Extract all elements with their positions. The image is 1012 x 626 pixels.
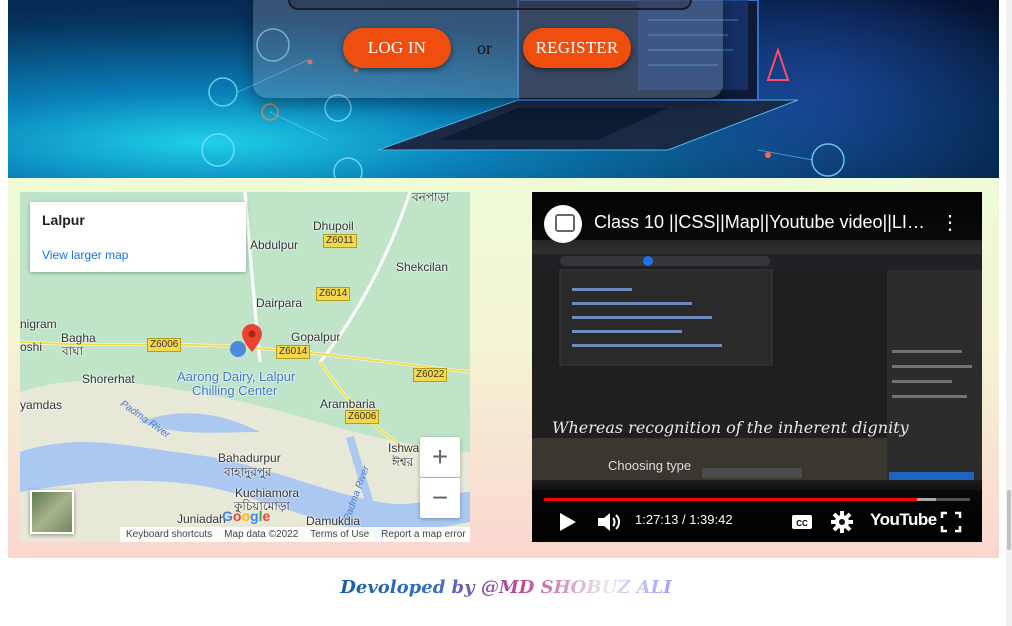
- map-data-attribution: Map data ©2022: [224, 529, 299, 540]
- place-label: বাঘা: [62, 344, 84, 358]
- google-logo: Google: [222, 508, 271, 524]
- settings-gear-icon[interactable]: [830, 510, 854, 534]
- report-error-link[interactable]: Report a map error: [375, 529, 470, 540]
- place-label: nigram: [20, 317, 57, 331]
- road-shield: Z6006: [345, 410, 380, 424]
- google-map-embed[interactable]: বনপাড়া Dhupoil Z6011 Abdulpur Shekcilan…: [20, 192, 470, 542]
- road-shield: Z6014: [276, 345, 311, 359]
- place-label: ঈশ্বর: [392, 455, 414, 469]
- more-options-icon[interactable]: ⋮: [940, 212, 960, 236]
- road-shield: Z6011: [323, 234, 357, 248]
- video-frame[interactable]: Whereas recognition of the inherent dign…: [532, 240, 982, 490]
- place-label: Gopalpur: [291, 330, 341, 344]
- place-label: Bahadurpur: [218, 451, 281, 465]
- developer-credit: Devoloped by @MD SHOBUZ ALI: [0, 577, 1012, 598]
- place-label: Juniadah: [177, 512, 226, 526]
- progress-bar[interactable]: [544, 498, 970, 501]
- place-label: Dhupoil: [313, 219, 354, 233]
- register-button[interactable]: REGISTER: [523, 28, 631, 68]
- zoom-out-button[interactable]: −: [420, 478, 460, 518]
- place-label: Damukdia: [306, 514, 361, 528]
- scrollbar-thumb[interactable]: [1007, 490, 1011, 550]
- youtube-video-embed[interactable]: Whereas recognition of the inherent dign…: [532, 192, 982, 542]
- fullscreen-icon[interactable]: [940, 510, 962, 534]
- time-display: 1:27:13 / 1:39:42: [635, 512, 733, 527]
- developer-credit-text: Devoloped by @MD SHOBUZ ALI: [340, 577, 672, 598]
- map-info-card: Lalpur View larger map: [30, 202, 246, 272]
- place-label: বাহাদুরপুর: [224, 465, 272, 479]
- road-shield: Z6014: [316, 287, 351, 301]
- captions-icon[interactable]: CC: [790, 510, 814, 534]
- panel-edge: [288, 0, 692, 10]
- place-label: Shorerhat: [82, 372, 135, 386]
- place-pin-label[interactable]: Aarong Dairy, Lalpur: [177, 370, 295, 383]
- place-pin-label[interactable]: Chilling Center: [192, 384, 277, 397]
- login-button[interactable]: LOG IN: [343, 28, 451, 68]
- road-shield: Z6022: [413, 368, 448, 382]
- satellite-layer-toggle[interactable]: [30, 490, 74, 534]
- video-title[interactable]: Class 10 ||CSS||Map||Youtube video||LITE…: [594, 212, 934, 233]
- place-label: Ishwa: [388, 441, 420, 455]
- place-label: oshi: [20, 340, 43, 354]
- keyboard-shortcuts-link[interactable]: Keyboard shortcuts: [120, 529, 218, 540]
- place-label: বনপাড়া: [412, 192, 450, 204]
- video-overlay-text: Whereas recognition of the inherent dign…: [552, 418, 909, 437]
- volume-icon[interactable]: [596, 510, 622, 534]
- zoom-in-button[interactable]: +: [420, 437, 460, 477]
- map-footer-bar: Keyboard shortcuts Map data ©2022 Terms …: [120, 527, 470, 542]
- progress-played: [544, 498, 917, 501]
- video-caption-text: Choosing type: [608, 458, 692, 473]
- or-separator: or: [477, 38, 492, 58]
- place-label: Dairpara: [256, 296, 303, 310]
- map-place-title: Lalpur: [42, 212, 85, 228]
- place-label: yamdas: [20, 398, 63, 412]
- place-label: Arambaria: [320, 397, 376, 411]
- play-icon[interactable]: [556, 510, 578, 534]
- place-label: Abdulpur: [250, 238, 299, 252]
- road-shield: Z6006: [147, 338, 182, 352]
- hero-banner: LOG IN or REGISTER: [8, 0, 999, 178]
- channel-avatar[interactable]: [544, 205, 582, 243]
- view-larger-map-link[interactable]: View larger map: [42, 248, 128, 262]
- terms-link[interactable]: Terms of Use: [304, 529, 375, 540]
- place-label: Shekcilan: [396, 260, 449, 274]
- youtube-logo[interactable]: YouTube: [870, 510, 937, 530]
- video-screen-content: [532, 240, 982, 490]
- svg-text:CC: CC: [796, 519, 808, 528]
- content-section: বনপাড়া Dhupoil Z6011 Abdulpur Shekcilan…: [8, 178, 999, 558]
